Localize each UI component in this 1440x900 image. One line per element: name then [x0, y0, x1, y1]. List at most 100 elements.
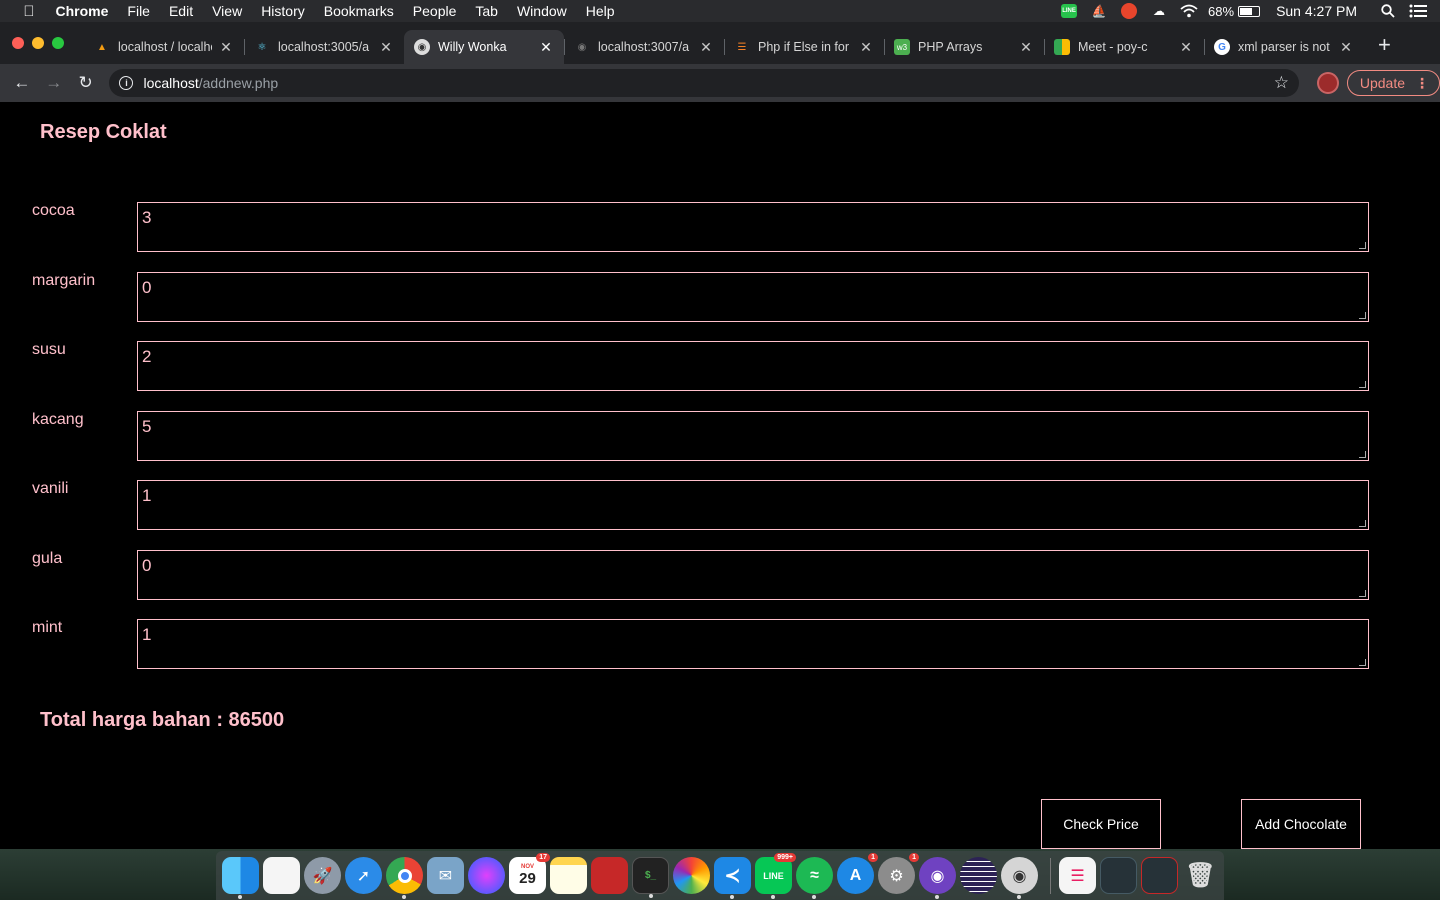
ingredient-input-mint[interactable]: 1	[137, 619, 1369, 669]
ingredient-input-kacang[interactable]: 5	[137, 411, 1369, 461]
forward-button[interactable]: →	[38, 67, 70, 99]
reminders-icon[interactable]	[263, 857, 300, 894]
apple-menu-icon[interactable]: 	[12, 3, 46, 20]
reload-button[interactable]: ↻	[70, 67, 102, 99]
profile-avatar[interactable]	[1316, 72, 1339, 94]
tab-close-icon[interactable]: ✕	[698, 39, 714, 56]
address-bar[interactable]: i localhost/addnew.php ☆	[109, 69, 1299, 97]
macos-dock: 🚀 ➚ ✉ NOV 29 17 $_ ≺ LINE 999+ ≈ A1 ⚙ 1 ◉ …	[216, 851, 1224, 900]
finder-icon[interactable]	[222, 857, 259, 899]
cloud-tray-icon[interactable]: ☁	[1149, 3, 1169, 19]
vscode-window-icon[interactable]	[1100, 857, 1137, 894]
menu-window[interactable]: Window	[507, 0, 576, 22]
github-desktop-icon[interactable]: ◉	[919, 857, 956, 899]
menu-bookmarks[interactable]: Bookmarks	[314, 0, 403, 22]
launchpad-icon[interactable]: 🚀	[304, 857, 341, 894]
close-window-button[interactable]	[12, 37, 24, 49]
battery-percent: 68%	[1208, 3, 1235, 19]
tab-xml-parser[interactable]: G xml parser is not ✕	[1204, 30, 1364, 64]
page-content: Resep Coklat cocoa 3 margarin 0 susu 2 k…	[0, 102, 1440, 849]
tab-close-icon[interactable]: ✕	[858, 39, 874, 56]
eclipse-icon[interactable]	[960, 857, 997, 894]
spotlight-search-icon[interactable]	[1378, 3, 1398, 19]
vscode-icon[interactable]: ≺	[714, 857, 751, 899]
ingredient-input-susu[interactable]: 2	[137, 341, 1369, 391]
tableplus-icon[interactable]: ◉	[1001, 857, 1038, 899]
ingredient-row: vanili 1	[0, 480, 1440, 530]
chrome-update-button[interactable]: Update ⋮	[1346, 70, 1440, 96]
trash-icon[interactable]: 🗑	[1182, 857, 1219, 894]
ingredient-label: kacang	[32, 411, 84, 428]
ingredient-label: vanili	[32, 480, 69, 497]
tab-close-icon[interactable]: ✕	[1338, 39, 1354, 56]
tab-close-icon[interactable]: ✕	[1178, 39, 1194, 56]
site-info-icon[interactable]: i	[119, 76, 134, 90]
tab-localhost-3007[interactable]: ◉ localhost:3007/a ✕	[564, 30, 724, 64]
photos-icon[interactable]	[673, 857, 710, 894]
macos-menu-bar:  Chrome File Edit View History Bookmark…	[0, 0, 1440, 22]
vscode-window-icon-2[interactable]	[1141, 857, 1178, 894]
line-app-icon[interactable]: LINE 999+	[755, 853, 796, 899]
tab-phpmyadmin[interactable]: ▲ localhost / localhost ✕	[84, 30, 244, 64]
calendar-icon[interactable]: NOV 29 17	[509, 853, 550, 894]
new-tab-button[interactable]: +	[1378, 30, 1391, 64]
tab-close-icon[interactable]: ✕	[1018, 39, 1034, 56]
tab-close-icon[interactable]: ✕	[218, 39, 234, 56]
dock-separator	[1050, 857, 1051, 894]
tab-meet[interactable]: Meet - poy-c ✕	[1044, 30, 1204, 64]
menu-help[interactable]: Help	[576, 0, 624, 22]
siri-icon[interactable]	[468, 857, 505, 894]
menu-app-name[interactable]: Chrome	[46, 0, 118, 22]
tab-close-icon[interactable]: ✕	[378, 39, 394, 56]
ingredient-row: mint 1	[0, 619, 1440, 669]
terminal-icon[interactable]: $_	[632, 857, 669, 898]
tab-php-arrays[interactable]: w3 PHP Arrays ✕	[884, 30, 1044, 64]
page-title: Resep Coklat	[40, 121, 167, 143]
tab-stackoverflow[interactable]: ☰ Php if Else in for ✕	[724, 30, 884, 64]
tab-title: localhost:3007/a	[598, 40, 690, 54]
safari-icon[interactable]: ➚	[345, 857, 382, 894]
bookmark-star-icon[interactable]: ☆	[1274, 73, 1289, 93]
docker-tray-icon[interactable]: ⛵	[1089, 3, 1109, 19]
fullscreen-window-button[interactable]	[52, 37, 64, 49]
menu-file[interactable]: File	[118, 0, 160, 22]
ingredient-input-cocoa[interactable]: 3	[137, 202, 1369, 252]
menu-people[interactable]: People	[403, 0, 466, 22]
line-tray-icon[interactable]: LINE	[1059, 3, 1079, 19]
menu-history[interactable]: History	[252, 0, 315, 22]
menu-tab[interactable]: Tab	[466, 0, 508, 22]
tab-willy-wonka[interactable]: ◉ Willy Wonka ✕	[404, 30, 564, 64]
ingredient-input-margarin[interactable]: 0	[137, 272, 1369, 322]
system-preferences-icon[interactable]: ⚙ 1	[878, 853, 919, 894]
back-button[interactable]: ←	[6, 67, 38, 99]
add-chocolate-button[interactable]: Add Chocolate	[1241, 799, 1361, 849]
ingredient-input-gula[interactable]: 0	[137, 550, 1369, 600]
photo-booth-icon[interactable]	[591, 857, 628, 894]
ingredient-input-vanili[interactable]: 1	[137, 480, 1369, 530]
menu-edit[interactable]: Edit	[159, 0, 202, 22]
tab-title: Php if Else in for	[758, 40, 850, 54]
chrome-icon[interactable]	[386, 857, 423, 899]
spotify-icon[interactable]: ≈	[796, 857, 833, 899]
menu-clock[interactable]: Sun 4:27 PM	[1276, 3, 1357, 19]
notification-center-icon[interactable]	[1408, 3, 1428, 19]
notes-icon[interactable]	[550, 857, 587, 894]
kebab-menu-icon: ⋮	[1415, 74, 1430, 91]
ingredient-label: susu	[32, 341, 66, 358]
phpmyadmin-icon: ▲	[97, 41, 107, 53]
battery-icon[interactable]	[1238, 5, 1261, 17]
total-price: Total harga bahan : 86500	[40, 709, 285, 731]
menu-view[interactable]: View	[203, 0, 252, 22]
tab-localhost-3005[interactable]: ⚛ localhost:3005/a ✕	[244, 30, 404, 64]
system-preferences-badge: 1	[909, 853, 919, 862]
minimize-window-button[interactable]	[32, 37, 44, 49]
wifi-icon[interactable]	[1179, 3, 1199, 19]
app-tray-icon[interactable]	[1119, 3, 1139, 19]
check-price-button[interactable]: Check Price	[1041, 799, 1161, 849]
line-badge: 999+	[774, 853, 796, 862]
mail-stamp-icon[interactable]: ✉	[427, 857, 464, 894]
app-store-icon[interactable]: A1	[837, 853, 878, 894]
database-document-icon[interactable]: ☰	[1059, 857, 1096, 894]
google-icon: G	[1214, 39, 1230, 55]
tab-close-icon[interactable]: ✕	[538, 39, 554, 56]
